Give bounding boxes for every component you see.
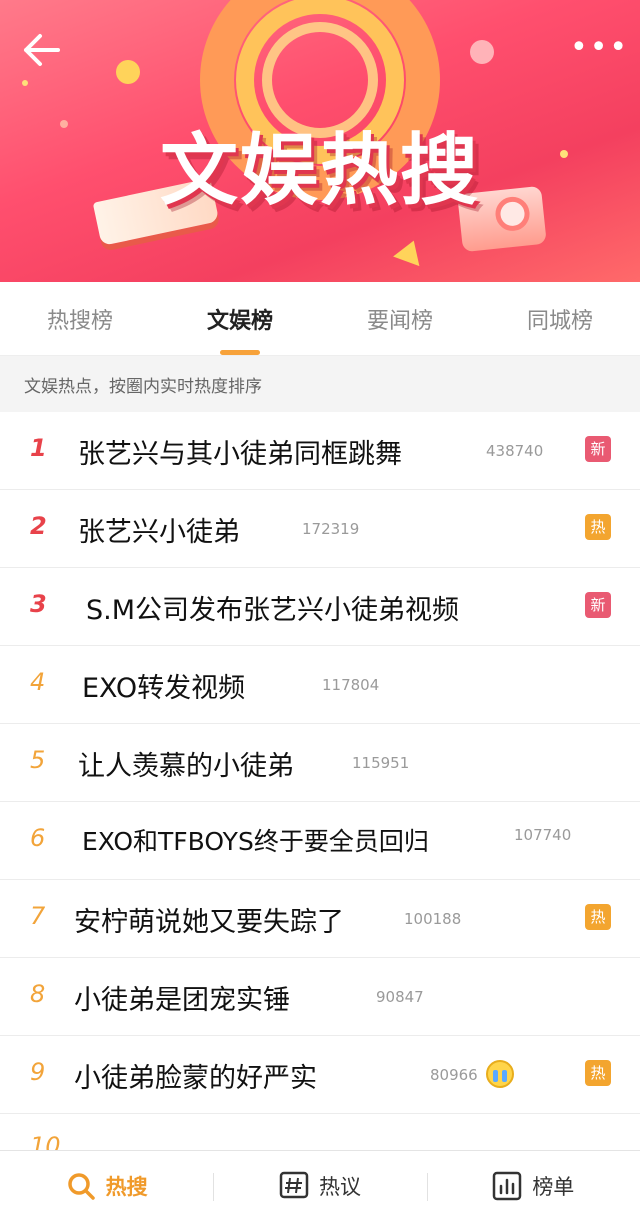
list-item[interactable]: 7 安柠萌说她又要失踪了 100188 热 (0, 880, 640, 958)
item-title: 张艺兴与其小徒弟同框跳舞 (78, 439, 402, 470)
ranking-list: 1 张艺兴与其小徒弟同框跳舞 438740 新 2 张艺兴小徒弟 172319 … (0, 412, 640, 1150)
item-title: EXO转发视频 (82, 673, 246, 704)
bottom-nav: 热搜 热议 榜单 (0, 1150, 640, 1220)
search-icon (67, 1172, 95, 1200)
list-item[interactable]: 5 让人羡慕的小徒弟 115951 (0, 724, 640, 802)
rank-number: 2 (30, 512, 47, 540)
nav-hot-search[interactable]: 热搜 (0, 1151, 213, 1220)
list-item[interactable]: 4 EXO转发视频 117804 (0, 646, 640, 724)
item-title: 小徒弟是团宠实锤 (74, 985, 290, 1016)
hashtag-icon (279, 1171, 309, 1198)
heat-count: 438740 (486, 442, 544, 460)
more-button[interactable]: ••• (570, 30, 627, 66)
heat-count: 90847 (376, 988, 424, 1006)
rank-number: 9 (30, 1058, 46, 1086)
list-item[interactable]: 1 张艺兴与其小徒弟同框跳舞 438740 新 (0, 412, 640, 490)
heat-count: 80966 (430, 1066, 478, 1084)
nav-label: 榜单 (532, 1174, 575, 1199)
banner: 文娱热搜 ••• (0, 0, 640, 282)
arrow-left-icon (24, 34, 60, 66)
tab-entertainment[interactable]: 文娱榜 (165, 303, 315, 355)
heat-count: 100188 (404, 910, 462, 928)
triangle-decoration (393, 235, 427, 267)
rank-number: 5 (30, 746, 46, 774)
item-title: 小徒弟脸蒙的好严实 (74, 1063, 317, 1094)
tab-bar: 热搜榜 文娱榜 要闻榜 同城榜 (0, 282, 640, 356)
hot-badge: 热 (585, 904, 611, 930)
rank-number: 1 (30, 434, 47, 462)
heat-count: 172319 (302, 520, 360, 538)
item-title: 张艺兴小徒弟 (78, 517, 240, 548)
list-item[interactable]: 2 张艺兴小徒弟 172319 热 (0, 490, 640, 568)
chart-icon (493, 1171, 522, 1200)
heat-count: 107740 (514, 826, 572, 844)
rank-number: 10 (30, 1132, 61, 1150)
list-item[interactable]: 9 小徒弟脸蒙的好严实 80966 热 (0, 1036, 640, 1114)
rank-number: 6 (30, 824, 46, 852)
heat-count: 115951 (352, 754, 410, 772)
sparkle-icon (22, 80, 28, 86)
tab-hot-search[interactable]: 热搜榜 (5, 303, 155, 335)
list-item[interactable]: 8 小徒弟是团宠实锤 90847 (0, 958, 640, 1036)
rank-number: 4 (30, 668, 46, 696)
banner-title: 文娱热搜 (159, 126, 480, 216)
tab-local[interactable]: 同城榜 (485, 303, 635, 335)
bubble-icon (470, 40, 494, 64)
list-item[interactable]: 3 S.M公司发布张艺兴小徒弟视频 新 (0, 568, 640, 646)
list-item[interactable]: 10 (0, 1114, 640, 1150)
rank-number: 3 (30, 590, 47, 618)
new-badge: 新 (585, 592, 611, 618)
list-item[interactable]: 6 EXO和TFBOYS终于要全员回归 107740 (0, 802, 640, 880)
back-button[interactable] (20, 30, 64, 70)
item-title: EXO和TFBOYS终于要全员回归 (82, 827, 429, 856)
nav-label: 热议 (318, 1174, 361, 1199)
hot-badge: 热 (585, 1060, 611, 1086)
bubble-icon (116, 60, 140, 84)
crying-emoji-icon (486, 1060, 514, 1088)
heat-count: 117804 (322, 676, 380, 694)
rank-number: 8 (30, 980, 46, 1008)
rank-number: 7 (30, 902, 46, 930)
new-badge: 新 (585, 436, 611, 462)
nav-discussion[interactable]: 热议 (213, 1151, 426, 1220)
hot-badge: 热 (585, 514, 611, 540)
item-title: 安柠萌说她又要失踪了 (74, 907, 344, 938)
tab-news[interactable]: 要闻榜 (325, 303, 475, 335)
item-title: S.M公司发布张艺兴小徒弟视频 (86, 595, 460, 626)
nav-rankings[interactable]: 榜单 (426, 1151, 640, 1220)
list-description: 文娱热点，按圈内实时热度排序 (0, 356, 640, 412)
item-title: 让人羡慕的小徒弟 (78, 751, 294, 782)
nav-label: 热搜 (105, 1174, 148, 1199)
